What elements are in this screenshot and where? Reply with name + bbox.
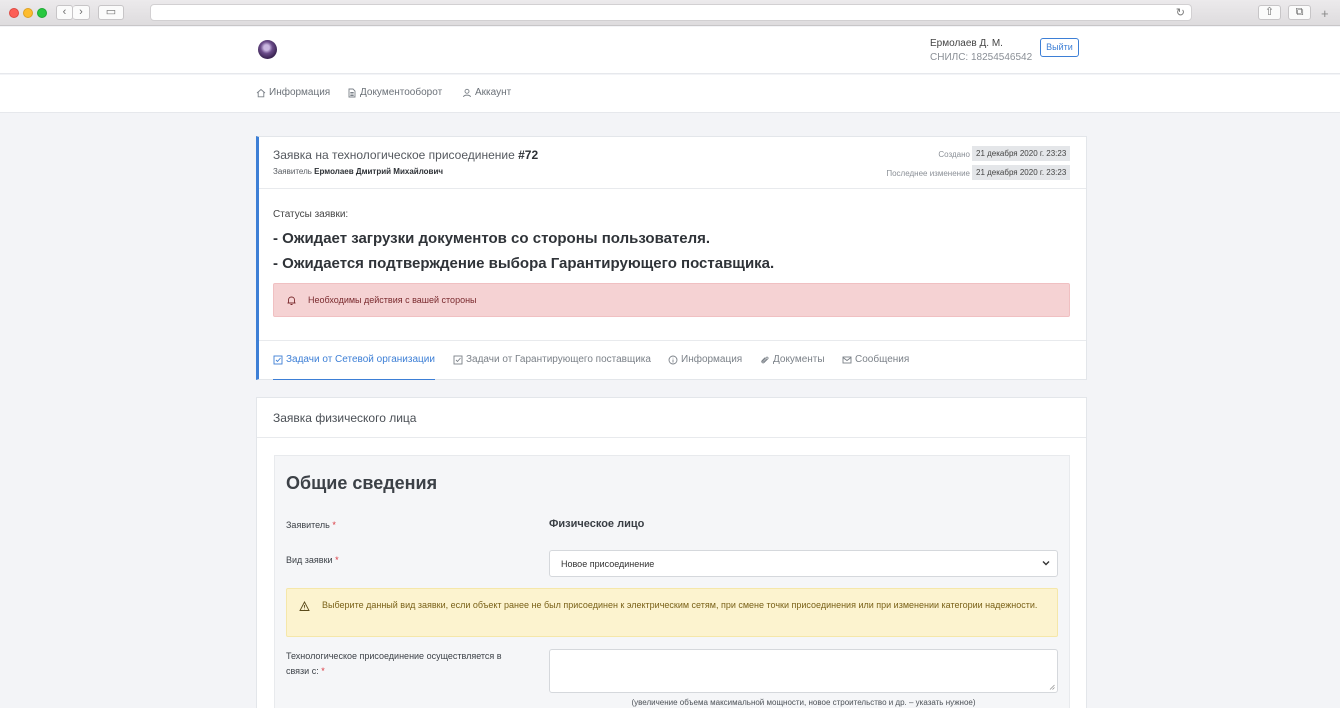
applicant-value: Физическое лицо [549, 518, 645, 530]
request-type-value: Новое присоединение [561, 559, 655, 569]
applicant-label: Заявитель * [286, 518, 336, 533]
address-bar[interactable]: ↻ [150, 4, 1192, 21]
request-applicant: Заявитель Ермолаев Дмитрий Михайлович [273, 167, 443, 176]
reason-hint: (увеличение объема максимальной мощности… [631, 698, 976, 707]
reason-label: Технологическое присоединение осуществля… [286, 649, 526, 679]
tab-supplier-tasks[interactable]: Задачи от Гарантирующего поставщика [453, 354, 651, 380]
user-icon [463, 88, 471, 97]
sidebar-icon[interactable]: ▭ [98, 5, 124, 20]
nav-item-label: Документооборот [360, 87, 443, 98]
paperclip-icon [761, 356, 769, 364]
back-icon[interactable]: ‹ [56, 5, 73, 20]
forward-icon[interactable]: › [73, 5, 90, 20]
nav-item-label: Информация [269, 87, 331, 98]
zoom-window-button[interactable] [37, 8, 47, 18]
envelope-icon [842, 356, 852, 364]
reload-icon[interactable]: ↻ [1176, 6, 1185, 19]
general-info-section: Общие сведения Заявитель * Физическое ли… [274, 455, 1070, 708]
tab-documents[interactable]: Документы [760, 354, 825, 380]
request-type-select[interactable]: Новое присоединение [549, 550, 1058, 577]
minimize-window-button[interactable] [23, 8, 33, 18]
checkbox-icon [453, 355, 463, 365]
nav-item-label: Аккаунт [475, 87, 512, 98]
action-required-alert: Необходимы действия с вашей стороны [273, 283, 1070, 317]
bell-icon [287, 296, 296, 305]
alert-text: Необходимы действия с вашей стороны [308, 295, 477, 305]
tab-label: Задачи от Гарантирующего поставщика [466, 354, 651, 365]
modified-value: 21 декабря 2020 г. 23:23 [972, 165, 1071, 180]
site-header: Ермолаев Д. М. СНИЛС: 18254546542 Выйти [0, 27, 1340, 74]
required-mark: * [335, 555, 339, 565]
alert-text: Выберите данный вид заявки, если объект … [322, 600, 1038, 610]
reason-textarea[interactable] [549, 649, 1058, 693]
applicant-prefix: Заявитель [273, 167, 315, 176]
nav-item-documents[interactable]: Документооборот [347, 87, 442, 98]
created-label: Создано [938, 150, 970, 159]
chevron-down-icon [1042, 561, 1050, 566]
request-type-label-text: Вид заявки [286, 555, 333, 565]
main-nav: Информация Документооборот Аккаунт [0, 75, 1340, 113]
tab-network-tasks[interactable]: Задачи от Сетевой организации [273, 354, 435, 380]
request-title-text: Заявка на технологическое присоединение [273, 148, 519, 162]
share-icon[interactable]: ⇧ [1258, 5, 1281, 20]
section-title: Общие сведения [286, 473, 438, 493]
form-card-header: Заявка физического лица [257, 398, 1086, 438]
status-line: - Ожидает загрузки документов со стороны… [273, 230, 711, 247]
user-snils: СНИЛС: 18254546542 [930, 52, 1033, 63]
request-header: Заявка на технологическое присоединение … [259, 137, 1086, 189]
request-tabs: Задачи от Сетевой организации Задачи от … [259, 340, 1086, 381]
tabs-icon[interactable]: ⧉ [1288, 5, 1311, 20]
tab-information[interactable]: Информация [668, 354, 742, 380]
tab-label: Сообщения [855, 354, 910, 365]
request-type-label: Вид заявки * [286, 553, 339, 568]
request-type-hint-alert: Выберите данный вид заявки, если объект … [286, 588, 1058, 637]
logo[interactable] [258, 40, 277, 59]
info-icon [668, 355, 678, 365]
request-number: #72 [518, 148, 539, 162]
form-card: Заявка физического лица Общие сведения З… [256, 397, 1087, 708]
status-line: - Ожидается подтверждение выбора Гаранти… [273, 255, 775, 272]
request-card: Заявка на технологическое присоединение … [256, 136, 1087, 380]
required-mark: * [332, 520, 336, 530]
nav-item-info[interactable]: Информация [256, 87, 330, 98]
tab-label: Документы [773, 354, 825, 365]
close-window-button[interactable] [9, 8, 19, 18]
home-icon [256, 88, 266, 97]
tab-messages[interactable]: Сообщения [842, 354, 909, 380]
user-name: Ермолаев Д. М. [930, 38, 1003, 49]
resize-grip-icon[interactable] [1049, 684, 1055, 690]
form-card-title: Заявка физического лица [273, 411, 417, 425]
tab-label: Задачи от Сетевой организации [286, 354, 435, 365]
new-tab-icon[interactable]: + [1321, 6, 1329, 21]
nav-item-account[interactable]: Аккаунт [462, 87, 511, 98]
warning-icon [299, 601, 310, 611]
logout-button[interactable]: Выйти [1040, 38, 1079, 57]
applicant-label-text: Заявитель [286, 520, 330, 530]
modified-label: Последнее изменение [886, 169, 970, 178]
reason-label-text: Технологическое присоединение осуществля… [286, 651, 502, 676]
required-mark: * [321, 666, 325, 676]
document-icon [348, 88, 356, 97]
browser-toolbar: ‹ › ▭ ↻ ⇧ ⧉ + [0, 0, 1340, 26]
request-title: Заявка на технологическое присоединение … [273, 148, 538, 162]
created-value: 21 декабря 2020 г. 23:23 [972, 146, 1071, 161]
tab-label: Информация [681, 354, 743, 365]
checkbox-icon [273, 355, 283, 365]
applicant-name: Ермолаев Дмитрий Михайлович [314, 167, 444, 176]
statuses-caption: Статусы заявки: [273, 209, 349, 220]
